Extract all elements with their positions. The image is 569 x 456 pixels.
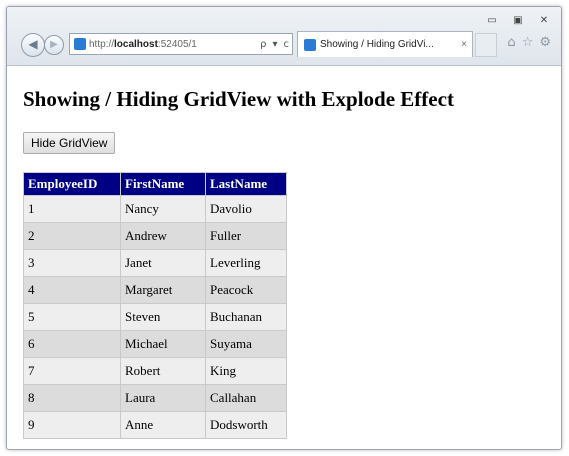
employee-id-cell: 8 [23,384,121,412]
window-controls: ▭ ▣ ✕ [477,13,555,28]
url-host: localhost [114,38,158,50]
first-name-cell: Michael [120,330,206,358]
settings-gear-icon[interactable]: ⚙ [539,35,551,50]
back-button[interactable]: ◀ [21,33,45,57]
employee-id-cell: 4 [23,276,121,304]
new-tab-button[interactable] [475,33,497,57]
browser-window: ▭ ▣ ✕ ◀ ▶ http://localhost:52405/1 ρ ▾ c… [6,6,562,450]
address-bar[interactable]: http://localhost:52405/1 ρ ▾ c [69,33,293,55]
column-header: LastName [205,172,287,196]
employee-gridview: EmployeeID FirstName LastName 1 Nancy Da… [23,172,287,439]
first-name-cell: Robert [120,357,206,385]
first-name-cell: Laura [120,384,206,412]
last-name-cell: Peacock [205,276,287,304]
table-row: 5 Steven Buchanan [23,303,287,331]
browser-chrome: ▭ ▣ ✕ ◀ ▶ http://localhost:52405/1 ρ ▾ c… [7,7,561,66]
employee-id-cell: 6 [23,330,121,358]
table-row: 6 Michael Suyama [23,330,287,358]
site-favicon-icon [74,38,86,50]
table-row: 4 Margaret Peacock [23,276,287,304]
home-icon[interactable]: ⌂ [507,35,515,50]
browser-tab[interactable]: Showing / Hiding GridVi... × [297,31,473,57]
table-row: 1 Nancy Davolio [23,195,287,223]
browser-tools: ⌂ ☆ ⚙ [501,35,551,50]
employee-id-cell: 9 [23,411,121,439]
search-icon[interactable]: ρ [257,39,269,50]
first-name-cell: Janet [120,249,206,277]
last-name-cell: Leverling [205,249,287,277]
last-name-cell: Buchanan [205,303,287,331]
last-name-cell: King [205,357,287,385]
table-row: 7 Robert King [23,357,287,385]
page-content: Showing / Hiding GridView with Explode E… [23,87,561,439]
hide-gridview-button[interactable]: Hide GridView [23,132,116,154]
employee-id-cell: 1 [23,195,121,223]
table-row: 9 Anne Dodsworth [23,411,287,439]
forward-button[interactable]: ▶ [44,35,64,55]
first-name-cell: Anne [120,411,206,439]
employee-id-cell: 2 [23,222,121,250]
tab-close-icon[interactable]: × [456,39,472,50]
last-name-cell: Fuller [205,222,287,250]
last-name-cell: Suyama [205,330,287,358]
last-name-cell: Davolio [205,195,287,223]
forward-arrow-icon: ▶ [50,39,58,50]
dropdown-icon[interactable]: ▾ [269,39,280,50]
maximize-button[interactable]: ▣ [507,13,529,28]
refresh-icon[interactable]: c [281,39,293,50]
first-name-cell: Margaret [120,276,206,304]
column-header: FirstName [120,172,206,196]
page-title: Showing / Hiding GridView with Explode E… [23,87,454,111]
tab-favicon-icon [304,38,316,51]
url-prefix: http:// [89,38,115,50]
url-rest: :52405/1 [157,38,197,50]
column-header: EmployeeID [23,172,121,196]
last-name-cell: Callahan [205,384,287,412]
table-row: 2 Andrew Fuller [23,222,287,250]
grid-header-row: EmployeeID FirstName LastName [23,172,287,196]
favorites-star-icon[interactable]: ☆ [522,35,534,50]
table-row: 8 Laura Callahan [23,384,287,412]
minimize-button[interactable]: ▭ [481,13,503,28]
back-arrow-icon: ◀ [28,37,38,51]
employee-id-cell: 7 [23,357,121,385]
tab-title: Showing / Hiding GridVi... [320,39,434,50]
url-text[interactable]: http://localhost:52405/1 [89,39,257,50]
employee-id-cell: 5 [23,303,121,331]
last-name-cell: Dodsworth [205,411,287,439]
close-window-button[interactable]: ✕ [533,13,555,28]
first-name-cell: Steven [120,303,206,331]
first-name-cell: Nancy [120,195,206,223]
employee-id-cell: 3 [23,249,121,277]
table-row: 3 Janet Leverling [23,249,287,277]
first-name-cell: Andrew [120,222,206,250]
